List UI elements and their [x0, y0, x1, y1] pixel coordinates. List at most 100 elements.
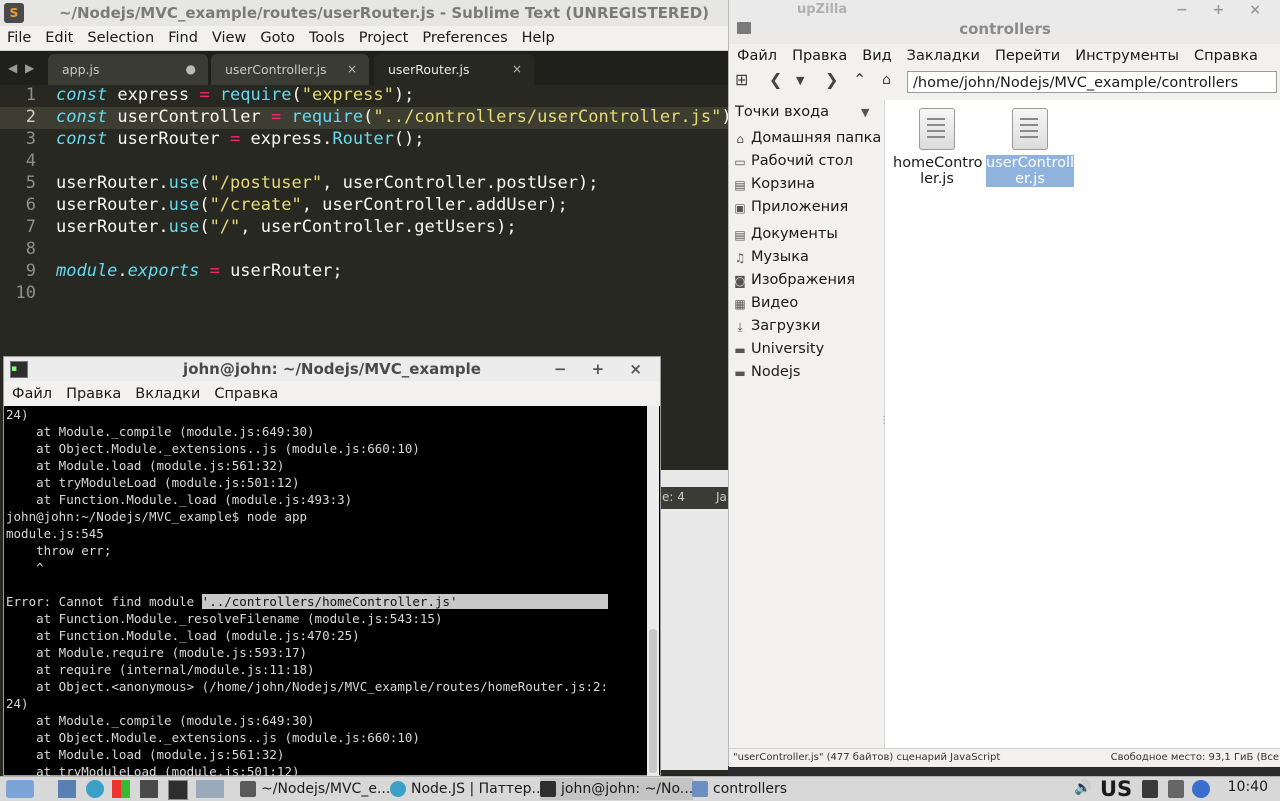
text-file-icon — [1012, 108, 1048, 150]
places-header[interactable]: Точки входа — [735, 104, 829, 120]
terminal-launcher-icon[interactable] — [168, 780, 188, 800]
terminal-line: 24) — [6, 696, 29, 711]
sidebar-item-university[interactable]: ▬ University — [733, 341, 824, 357]
terminal-line: john@john:~/Nodejs/MVC_example$ node app — [6, 509, 308, 524]
file-manager-window: upZilla − + × controllers Файл Правка Ви… — [728, 0, 1280, 767]
menu-tools[interactable]: Tools — [302, 30, 352, 46]
menu-find[interactable]: Find — [161, 30, 205, 46]
menu-view[interactable]: Вид — [854, 48, 898, 64]
task-browser[interactable]: Node.JS | Паттер... — [390, 778, 545, 800]
history-dropdown-icon[interactable]: ▼ — [796, 74, 804, 87]
terminal-line: at require (internal/module.js:11:18) — [6, 662, 315, 677]
menu-preferences[interactable]: Preferences — [415, 30, 514, 46]
sidebar-item-home[interactable]: ⌂ Домашняя папка — [733, 130, 881, 146]
sidebar-item-downloads[interactable]: ⤓ Загрузки — [733, 318, 820, 334]
home-path-icon[interactable]: ⌂ — [882, 72, 891, 88]
status-spaces[interactable]: e: 4 — [662, 490, 685, 504]
updates-icon[interactable] — [1192, 780, 1210, 798]
status-syntax[interactable]: Ja — [716, 490, 727, 504]
terminal-line: at tryModuleLoad (module.js:501:12) — [6, 475, 300, 490]
keyboard-layout[interactable]: US — [1100, 777, 1132, 801]
sublime-tabbar: ◀ ▶ app.js ● userController.js × userRou… — [0, 51, 728, 85]
line-number: 5 — [25, 173, 36, 193]
task-terminal[interactable]: john@john: ~/No... — [540, 778, 694, 800]
tab-app-js[interactable]: app.js ● — [48, 54, 208, 85]
menu-file[interactable]: Файл — [729, 48, 784, 64]
menu-help[interactable]: Справка — [206, 386, 284, 402]
terminal-scrollbar-thumb[interactable] — [649, 629, 657, 773]
menu-view[interactable]: View — [205, 30, 253, 46]
menu-edit[interactable]: Edit — [38, 30, 80, 46]
code-line-9: module.exports = userRouter; — [56, 261, 343, 281]
tab-scroll-left-icon[interactable]: ◀ — [8, 61, 17, 75]
app-launcher-icon[interactable] — [112, 780, 130, 798]
window-controls[interactable]: − + × — [554, 357, 652, 381]
menu-edit[interactable]: Правка — [58, 386, 127, 402]
network-icon[interactable] — [1142, 780, 1158, 798]
documents-folder-icon: ▤ — [734, 227, 746, 242]
free-space-info: Свободное место: 93,1 ГиБ (Все — [1110, 752, 1279, 763]
menu-go[interactable]: Перейти — [987, 48, 1067, 64]
menu-file[interactable]: File — [0, 30, 38, 46]
menu-selection[interactable]: Selection — [80, 30, 161, 46]
menu-help[interactable]: Help — [515, 30, 562, 46]
sublime-launcher-icon[interactable] — [140, 780, 158, 798]
menu-bookmarks[interactable]: Закладки — [899, 48, 987, 64]
menu-edit[interactable]: Правка — [784, 48, 854, 64]
new-tab-icon[interactable]: ⊞ — [735, 70, 748, 89]
up-icon[interactable]: ⌃ — [853, 70, 866, 89]
tab-scroll-right-icon[interactable]: ▶ — [25, 61, 34, 75]
menu-tabs[interactable]: Вкладки — [127, 386, 206, 402]
text-file-icon — [919, 108, 955, 150]
file-manager-launcher-icon[interactable] — [196, 780, 224, 798]
file-view[interactable]: homeContro ler.js userControll er.js — [885, 100, 1280, 750]
sidebar-item-music[interactable]: ♫ Музыка — [733, 249, 809, 265]
file-manager-title: controllers — [959, 20, 1051, 38]
background-window-title: upZilla — [797, 2, 848, 17]
menu-project[interactable]: Project — [352, 30, 416, 46]
terminal-title: john@john: ~/Nodejs/MVC_example — [183, 360, 481, 378]
usb-icon[interactable] — [1168, 780, 1184, 798]
task-sublime[interactable]: ~/Nodejs/MVC_e... — [240, 778, 390, 800]
browser-launcher-icon[interactable] — [86, 780, 104, 798]
clock[interactable]: 10:40 — [1228, 779, 1268, 795]
unsaved-dot-icon[interactable]: ● — [186, 54, 196, 85]
menu-help[interactable]: Справка — [1186, 48, 1265, 64]
tab-usercontroller-js[interactable]: userController.js × — [211, 54, 369, 85]
folder-icon — [692, 781, 708, 797]
volume-icon[interactable]: 🔊 — [1074, 780, 1091, 798]
music-folder-icon: ♫ — [734, 250, 746, 265]
show-desktop-icon[interactable] — [58, 780, 76, 798]
code-line-1: const express = require("express"); — [56, 85, 415, 105]
file-usercontroller-js[interactable]: userControll er.js — [986, 108, 1074, 187]
start-menu-icon[interactable] — [6, 780, 34, 798]
sidebar-item-documents[interactable]: ▤ Документы — [733, 226, 837, 242]
terminal-icon: ▪ — [10, 361, 28, 378]
menu-tools[interactable]: Инструменты — [1067, 48, 1186, 64]
terminal-output[interactable]: 24) at Module._compile (module.js:649:30… — [6, 406, 646, 776]
tab-userrouter-js[interactable]: userRouter.js × — [374, 54, 534, 85]
terminal-icon — [540, 781, 556, 797]
menu-file[interactable]: Файл — [4, 386, 58, 402]
chevron-down-icon[interactable]: ▼ — [861, 106, 869, 119]
close-icon[interactable]: × — [347, 54, 357, 85]
sidebar-item-desktop[interactable]: ▭ Рабочий стол — [733, 153, 853, 169]
close-icon[interactable]: × — [512, 54, 522, 85]
menu-goto[interactable]: Goto — [253, 30, 302, 46]
forward-icon[interactable]: ❯ — [825, 70, 838, 89]
code-line-6: userRouter.use("/create", userController… — [56, 195, 568, 215]
location-input[interactable]: /home/john/Nodejs/MVC_example/controller… — [907, 71, 1277, 93]
sidebar-item-video[interactable]: ▦ Видео — [733, 295, 798, 311]
file-homecontroller-js[interactable]: homeContro ler.js — [893, 108, 983, 187]
applications-icon: ▣ — [734, 200, 746, 215]
terminal-line: at Function.Module._load (module.js:493:… — [6, 492, 353, 507]
sidebar-item-pictures[interactable]: ◙ Изображения — [733, 272, 855, 288]
task-file-manager[interactable]: controllers — [692, 778, 787, 800]
terminal-line: at Function.Module._resolveFilename (mod… — [6, 611, 443, 626]
back-icon[interactable]: ❮ — [769, 70, 782, 89]
terminal-error-line: Error: Cannot find module '../controller… — [6, 593, 646, 610]
sidebar-item-trash[interactable]: ▤ Корзина — [733, 176, 815, 192]
sidebar-item-applications[interactable]: ▣ Приложения — [733, 199, 848, 215]
sidebar-item-nodejs[interactable]: ▬ Nodejs — [733, 364, 800, 380]
window-controls[interactable]: − + × — [1176, 2, 1271, 18]
